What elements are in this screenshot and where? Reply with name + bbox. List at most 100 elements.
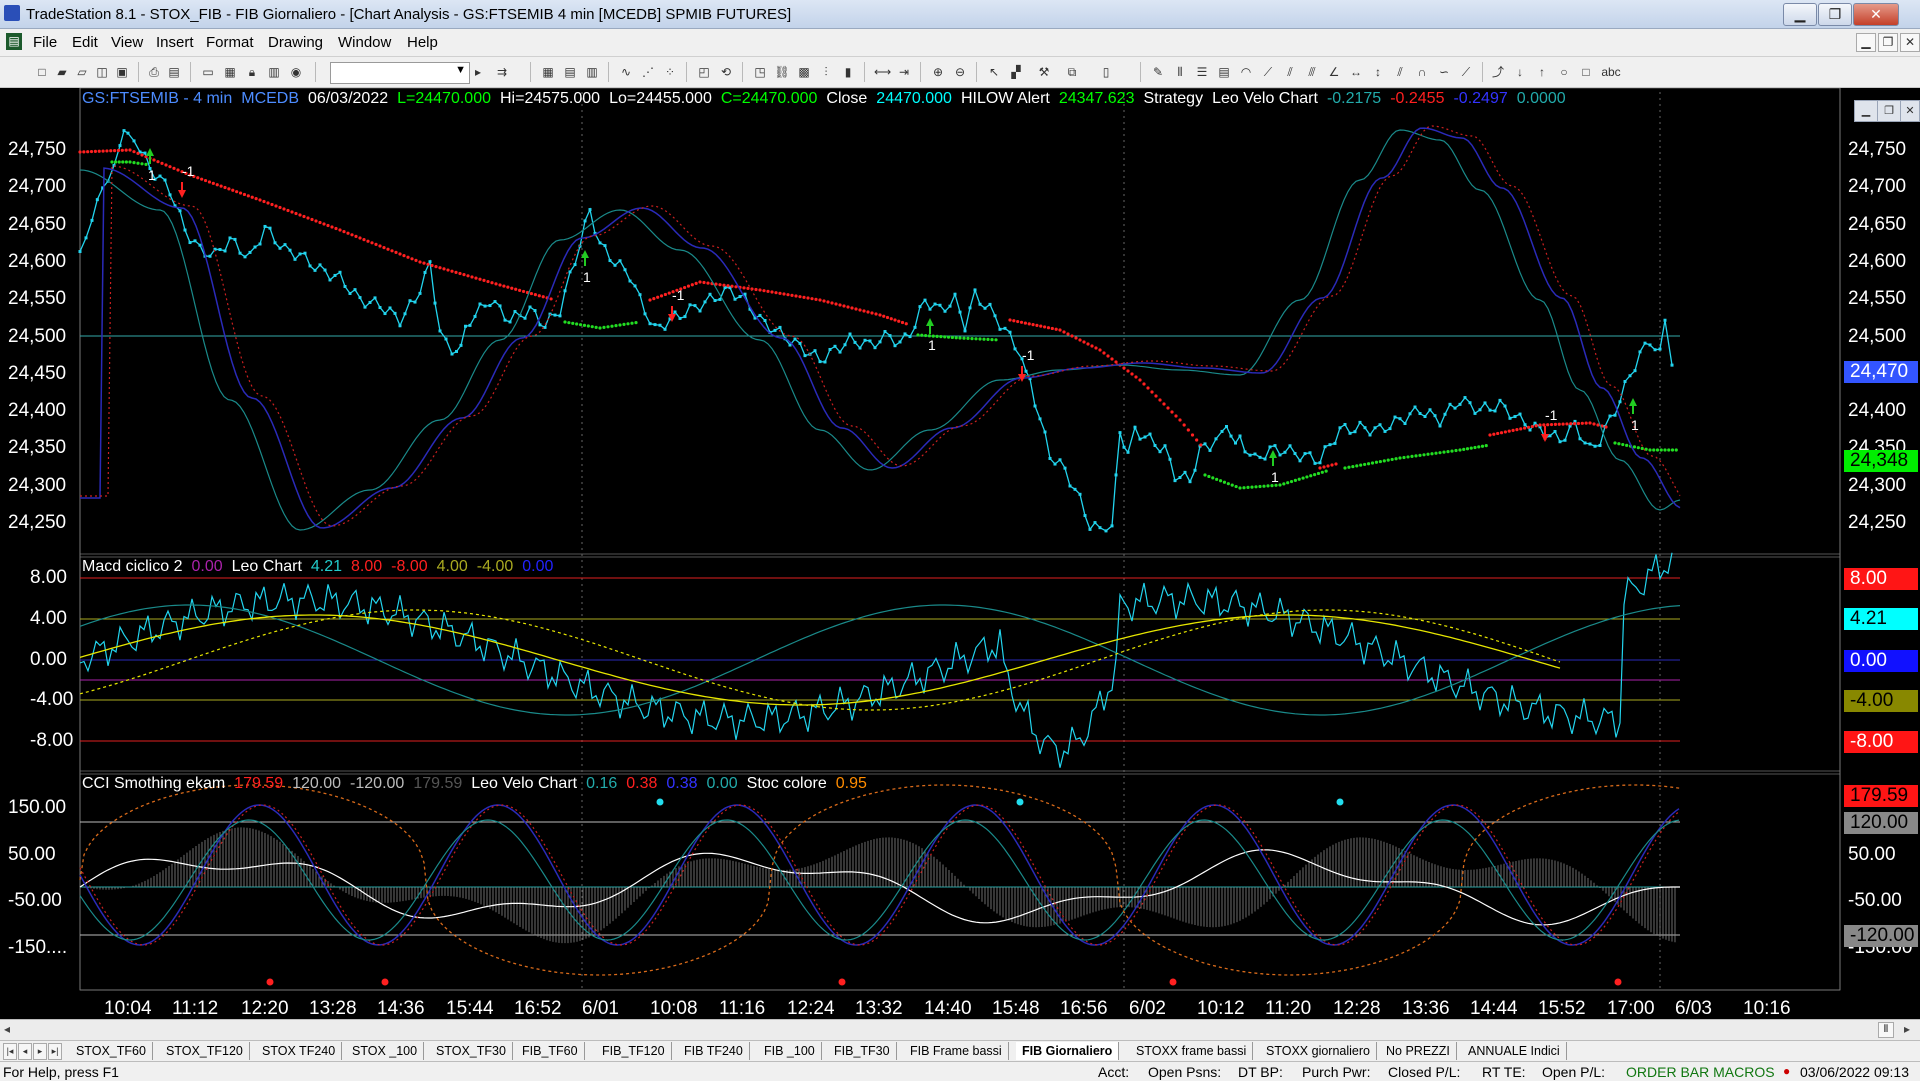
menu-format[interactable]: Format (206, 34, 254, 51)
play-icon[interactable]: ▸ (470, 64, 486, 80)
scroll-right-icon[interactable]: ▸ (1904, 1022, 1910, 1036)
window-icon[interactable]: ▭ (200, 64, 216, 80)
drawing-fib-icon[interactable]: ▤ (1216, 64, 1232, 80)
menu-edit[interactable]: Edit (72, 34, 98, 51)
menu-drawing[interactable]: Drawing (268, 34, 323, 51)
workspace-tab[interactable]: FIB Giornaliero (1016, 1042, 1120, 1060)
tab-last-icon[interactable]: ▸| (48, 1043, 62, 1060)
new-workspace-icon[interactable]: ◫ (94, 64, 110, 80)
workspace-tab[interactable]: STOX_TF60 (70, 1042, 153, 1060)
candle-icon[interactable]: ▥ (584, 64, 600, 80)
mdi-minimize-button[interactable]: ▁ (1856, 33, 1876, 52)
chart-type-icon[interactable]: ▞ (1008, 64, 1024, 80)
go-icon[interactable]: ⇉ (494, 64, 510, 80)
minimize-button[interactable]: ▁ (1783, 3, 1817, 26)
bar-icon[interactable]: ▤ (562, 64, 578, 80)
drawing-pen-icon[interactable]: ✎ (1150, 64, 1166, 80)
menu-file[interactable]: File (33, 34, 57, 51)
scatter-icon[interactable]: ⁘ (662, 64, 678, 80)
refresh-icon[interactable]: ⟲ (718, 64, 734, 80)
quote-icon[interactable]: ▩ (796, 64, 812, 80)
drawing-channel-icon[interactable]: ⫻ (1304, 64, 1320, 80)
workspace-tab[interactable]: STOXX frame bassi (1130, 1042, 1254, 1060)
text-tool-icon[interactable]: abc (1600, 64, 1622, 80)
print-icon[interactable]: ⎙ (146, 64, 162, 80)
drawing-vline-icon[interactable]: ↕ (1370, 64, 1386, 80)
drawing-lines-icon[interactable]: ⦀ (1172, 64, 1188, 80)
pane-close-button[interactable]: ✕ (1900, 100, 1920, 122)
menu-view[interactable]: View (111, 34, 143, 51)
cursor-icon[interactable]: ↖ (986, 64, 1002, 80)
tab-next-icon[interactable]: ▸ (33, 1043, 47, 1060)
tab-prev-icon[interactable]: ◂ (18, 1043, 32, 1060)
workspace-tab[interactable]: STOX_TF30 (430, 1042, 513, 1060)
workspace-tab[interactable]: ANNUALE Indici (1462, 1042, 1567, 1060)
arrow-down-red-icon[interactable]: ↓ (1512, 64, 1528, 80)
scroll-thumb[interactable]: ⦀ (1878, 1022, 1894, 1038)
menu-help[interactable]: Help (407, 34, 438, 51)
close-button[interactable]: ✕ (1853, 3, 1899, 26)
drawing-hline-icon[interactable]: ↔ (1348, 64, 1364, 80)
menu-insert[interactable]: Insert (156, 34, 194, 51)
trailing-stop-green (1347, 465, 1351, 469)
zoom-out-icon[interactable]: ⊖ (952, 64, 968, 80)
workspace-tab[interactable]: STOX _100 (346, 1042, 425, 1060)
print-preview-icon[interactable]: ▤ (166, 64, 182, 80)
chart-horizontal-scrollbar[interactable]: ◂ ⦀ ▸ (0, 1019, 1920, 1040)
workspace-tab[interactable]: FIB TF240 (678, 1042, 750, 1060)
workspace-tab[interactable]: FIB_TF120 (596, 1042, 672, 1060)
mdi-restore-button[interactable]: ❐ (1878, 33, 1898, 52)
tools-icon[interactable]: ⚒ (1036, 64, 1052, 80)
maximize-button[interactable]: ❐ (1818, 3, 1852, 26)
workspace-tab[interactable]: FIB Frame bassi (904, 1042, 1009, 1060)
link-icon[interactable]: ⛓ (774, 64, 790, 80)
scroll-left-icon[interactable]: ◂ (4, 1022, 10, 1036)
tab-first-icon[interactable]: |◂ (3, 1043, 17, 1060)
workspace-tab[interactable]: No PREZZI (1380, 1042, 1457, 1060)
drawing-parallel-icon[interactable]: ⫽ (1392, 64, 1408, 80)
workspace-tab[interactable]: STOX TF240 (256, 1042, 343, 1060)
drawing-speed-icon[interactable]: ⫽ (1282, 64, 1298, 80)
drawing-angle-icon[interactable]: ∠ (1326, 64, 1342, 80)
drawing-trend-icon[interactable]: ⟋ (1458, 64, 1474, 80)
stats-icon[interactable]: ⫶ (818, 64, 834, 80)
dots-icon[interactable]: ⋰ (640, 64, 656, 80)
zoom-in-icon[interactable]: ⊕ (930, 64, 946, 80)
histo-icon[interactable]: ▮ (840, 64, 856, 80)
scroll-icon[interactable]: ▯ (1098, 64, 1114, 80)
pane-minimize-button[interactable]: ▁ (1854, 100, 1878, 122)
window-tile-icon[interactable]: ▦ (222, 64, 238, 80)
new-icon[interactable]: □ (34, 64, 50, 80)
speed-icon[interactable]: ⇥ (896, 64, 912, 80)
rectangle-icon[interactable]: □ (1578, 64, 1594, 80)
chart-icon[interactable]: ▦ (540, 64, 556, 80)
open-workspace-icon[interactable]: ▱ (74, 64, 90, 80)
drawing-freehand-icon[interactable]: ⤴ (1490, 64, 1506, 80)
macro-icon[interactable]: ▥ (266, 64, 282, 80)
ellipse-icon[interactable]: ○ (1556, 64, 1572, 80)
mdi-close-button[interactable]: ✕ (1900, 33, 1920, 52)
drawing-wave-icon[interactable]: ∽ (1436, 64, 1452, 80)
pane-restore-button[interactable]: ❐ (1877, 100, 1901, 122)
drawing-fan-icon[interactable]: ⟋ (1260, 64, 1276, 80)
workspace-tab[interactable]: FIB_TF60 (516, 1042, 585, 1060)
arrow-up-blue-icon[interactable]: ↑ (1534, 64, 1550, 80)
gauge-icon[interactable]: ⟷ (874, 64, 891, 80)
window-new-icon[interactable]: ◳ (752, 64, 768, 80)
globe-icon[interactable]: ◉ (288, 64, 304, 80)
save-icon[interactable]: ▣ (114, 64, 130, 80)
drawing-hlines-icon[interactable]: ☰ (1194, 64, 1210, 80)
insert-icon[interactable]: ◰ (696, 64, 712, 80)
menu-window[interactable]: Window (338, 34, 391, 51)
line-icon[interactable]: ∿ (618, 64, 634, 80)
symbol-combo[interactable]: ▼ (330, 62, 470, 84)
lock-icon[interactable]: 🔒︎ (244, 64, 260, 80)
open-icon[interactable]: ▰ (54, 64, 70, 80)
drawing-arc-icon[interactable]: ◠ (1238, 64, 1254, 80)
workspace-tab[interactable]: FIB _100 (758, 1042, 822, 1060)
workspace-tab[interactable]: STOXX giornaliero (1260, 1042, 1377, 1060)
workspace-tab[interactable]: STOX_TF120 (160, 1042, 250, 1060)
drawing-cycle-icon[interactable]: ∩ (1414, 64, 1430, 80)
workspace-tab[interactable]: FIB_TF30 (828, 1042, 897, 1060)
format-icon[interactable]: ⧉ (1064, 64, 1080, 80)
